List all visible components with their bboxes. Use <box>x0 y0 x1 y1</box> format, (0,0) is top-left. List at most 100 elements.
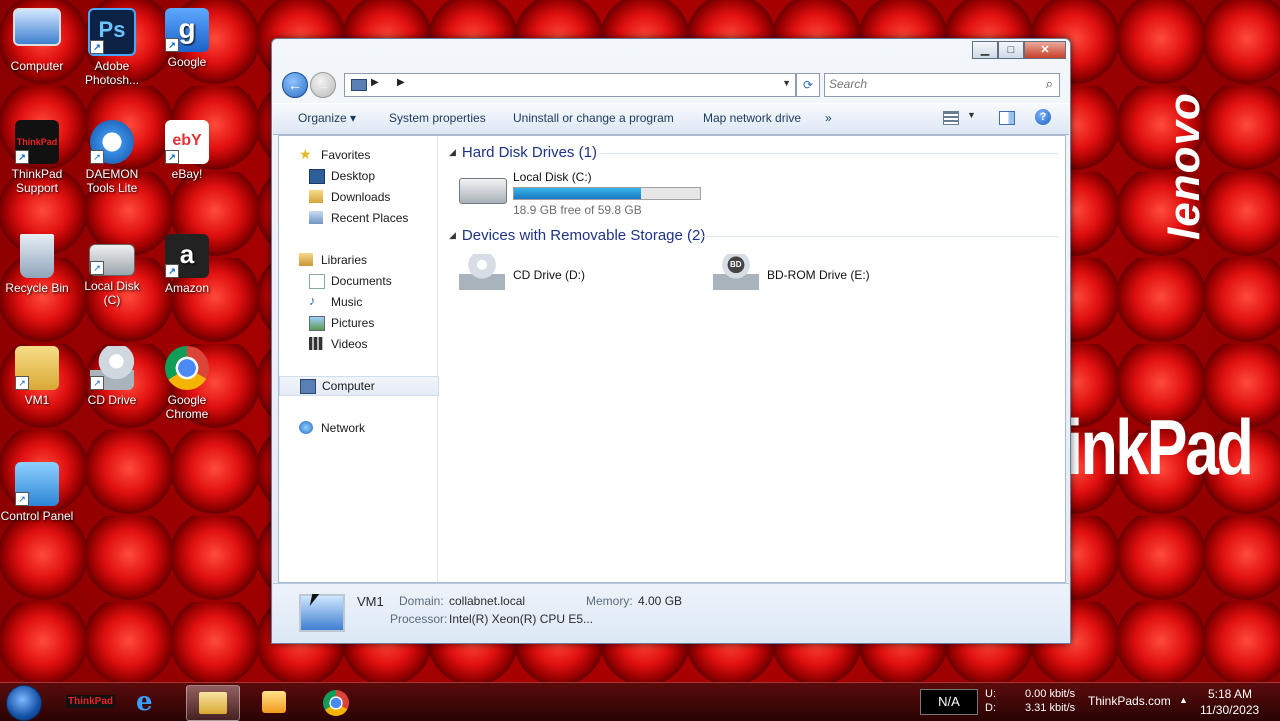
taskbar-windows-explorer[interactable] <box>186 685 240 721</box>
download-label: D: <box>985 702 996 714</box>
nav-label: Computer <box>322 379 375 393</box>
group-header-removable[interactable]: ◢ Devices with Removable Storage (2) <box>449 227 705 244</box>
nav-music[interactable]: ♪ Music <box>279 293 437 311</box>
nav-recent-places[interactable]: Recent Places <box>279 209 437 227</box>
drive-cd-d[interactable]: CD Drive (D:) <box>459 254 659 294</box>
desktop-icon-control-panel[interactable]: ↗ Control Panel <box>0 462 74 523</box>
breadcrumb-arrow-icon[interactable]: ▶ <box>371 77 379 88</box>
drive-local-disk-c[interactable]: Local Disk (C:) 18.9 GB free of 59.8 GB <box>459 170 709 220</box>
address-dropdown-icon[interactable]: ▼ <box>782 78 791 88</box>
uninstall-program-button[interactable]: Uninstall or change a program <box>513 111 674 125</box>
start-button[interactable] <box>6 685 42 721</box>
ebay-icon: ebY ↗ <box>165 120 209 164</box>
drive-bd-rom-e[interactable]: BD BD-ROM Drive (E:) <box>713 254 913 294</box>
nav-videos[interactable]: Videos <box>279 335 437 353</box>
photoshop-glyph: Ps <box>98 17 126 42</box>
desktop-icon-photoshop[interactable]: Ps ↗ Adobe Photosh... <box>75 8 149 87</box>
view-dropdown-icon[interactable]: ▼ <box>967 110 976 120</box>
search-icon[interactable]: ⌕ <box>1046 76 1053 92</box>
forward-button[interactable]: → <box>310 72 336 98</box>
maximize-button[interactable]: □ <box>998 41 1024 59</box>
nav-label: Network <box>321 421 366 435</box>
more-commands-button[interactable]: » <box>825 111 832 125</box>
desktop-icon-label: Google <box>167 55 207 69</box>
computer-icon <box>13 8 61 46</box>
desktop-icon-ebay[interactable]: ebY ↗ eBay! <box>150 120 224 181</box>
memory-label: Memory: <box>586 594 633 608</box>
show-hidden-icons-button[interactable]: ▲ <box>1179 695 1188 705</box>
organize-button[interactable]: Organize ▾ <box>298 111 356 125</box>
desktop-icon-label: Amazon <box>164 281 210 295</box>
thinkpad-logo: inkPad <box>1066 403 1254 491</box>
desktop-icon-thinkpad-support[interactable]: ThinkPad ↗ ThinkPad Support <box>0 120 74 195</box>
pictures-icon <box>309 316 325 331</box>
desktop-icon-recycle-bin[interactable]: Recycle Bin <box>0 234 74 295</box>
taskbar: ThinkPad e N/A U: D: 0.00 kbit/s 3.31 kb… <box>0 682 1280 721</box>
nav-label: Downloads <box>331 190 391 204</box>
recent-places-icon <box>309 211 323 224</box>
media-player-icon <box>262 691 286 713</box>
recycle-bin-icon <box>20 234 54 278</box>
breadcrumb-arrow-icon[interactable]: ▶ <box>397 77 405 88</box>
nav-documents[interactable]: Documents <box>279 272 437 290</box>
network-icon <box>299 421 313 434</box>
taskbar-internet-explorer[interactable]: e <box>124 685 176 719</box>
desktop-icon-computer[interactable]: Computer <box>0 8 74 73</box>
nav-desktop[interactable]: Desktop <box>279 167 437 185</box>
desktop-icon-label: eBay! <box>171 167 203 181</box>
desktop-icon-chrome[interactable]: Google Chrome <box>150 346 224 421</box>
content-pane: ◢ Hard Disk Drives (1) Local Disk (C:) 18… <box>439 136 1065 582</box>
refresh-button[interactable]: ⟳ <box>796 73 820 97</box>
local-disk-icon: ↗ <box>89 244 135 276</box>
nav-libraries[interactable]: Libraries <box>279 251 437 269</box>
window-controls: ▁ □ ✕ <box>972 41 1066 59</box>
desktop-icon-label: Recycle Bin <box>5 281 69 295</box>
close-button[interactable]: ✕ <box>1024 41 1066 59</box>
search-input[interactable] <box>825 74 1033 94</box>
desktop-icon-amazon[interactable]: a ↗ Amazon <box>150 234 224 295</box>
desktop-icon-cd-drive[interactable]: ↗ CD Drive <box>75 346 149 407</box>
address-bar[interactable]: ▶ ▶ ▼ <box>344 73 796 97</box>
desktop-icon-label: Google Chrome <box>165 393 209 421</box>
desktop-icon-vm1[interactable]: ↗ VM1 <box>0 346 74 407</box>
nav-computer[interactable]: Computer <box>279 376 439 396</box>
minimize-button[interactable]: ▁ <box>972 41 998 59</box>
toolbar-site-label[interactable]: ThinkPads.com <box>1088 694 1171 708</box>
nav-downloads[interactable]: Downloads <box>279 188 437 206</box>
network-status-box[interactable]: N/A <box>920 689 978 715</box>
taskbar-media-player[interactable] <box>248 685 300 719</box>
lenovo-logo: lenovo <box>1160 92 1209 240</box>
system-properties-button[interactable]: System properties <box>389 111 486 125</box>
nav-favorites[interactable]: ★ Favorites <box>279 146 437 164</box>
control-panel-icon: ↗ <box>15 462 59 506</box>
desktop-icon-daemon-tools[interactable]: ↗ DAEMON Tools Lite <box>75 120 149 195</box>
internet-explorer-icon: e <box>136 687 153 717</box>
google-icon: g ↗ <box>165 8 209 52</box>
cd-drive-icon: ↗ <box>90 346 134 390</box>
back-button[interactable]: ← <box>282 72 308 98</box>
nav-pictures[interactable]: Pictures <box>279 314 437 332</box>
taskbar-chrome[interactable] <box>310 685 362 719</box>
collapse-triangle-icon[interactable]: ◢ <box>449 147 456 157</box>
details-pane: VM1 Domain: collabnet.local Memory: 4.00… <box>273 583 1069 642</box>
nav-network[interactable]: Network <box>279 419 437 437</box>
help-button[interactable]: ? <box>1035 109 1051 125</box>
documents-icon <box>309 274 325 289</box>
disk-usage-bar <box>513 187 701 200</box>
desktop-icon-local-disk[interactable]: ↗ Local Disk (C) <box>75 234 149 307</box>
change-view-icon[interactable] <box>943 111 959 125</box>
computer-icon <box>300 379 316 394</box>
nav-label: Desktop <box>331 169 376 183</box>
search-box: ⌕ <box>824 73 1060 97</box>
music-icon: ♪ <box>309 293 316 308</box>
collapse-triangle-icon[interactable]: ◢ <box>449 230 456 240</box>
computer-icon <box>351 79 367 91</box>
desktop-icon-google[interactable]: g ↗ Google <box>150 8 224 69</box>
clock-date[interactable]: 11/30/2023 <box>1200 703 1259 717</box>
taskbar-thinkpad[interactable]: ThinkPad <box>62 685 116 719</box>
clock-time[interactable]: 5:18 AM <box>1208 687 1252 701</box>
group-header-hard-disk[interactable]: ◢ Hard Disk Drives (1) <box>449 144 597 161</box>
preview-pane-icon[interactable] <box>999 111 1015 125</box>
nav-label: Documents <box>331 274 392 288</box>
map-network-drive-button[interactable]: Map network drive <box>703 111 801 125</box>
